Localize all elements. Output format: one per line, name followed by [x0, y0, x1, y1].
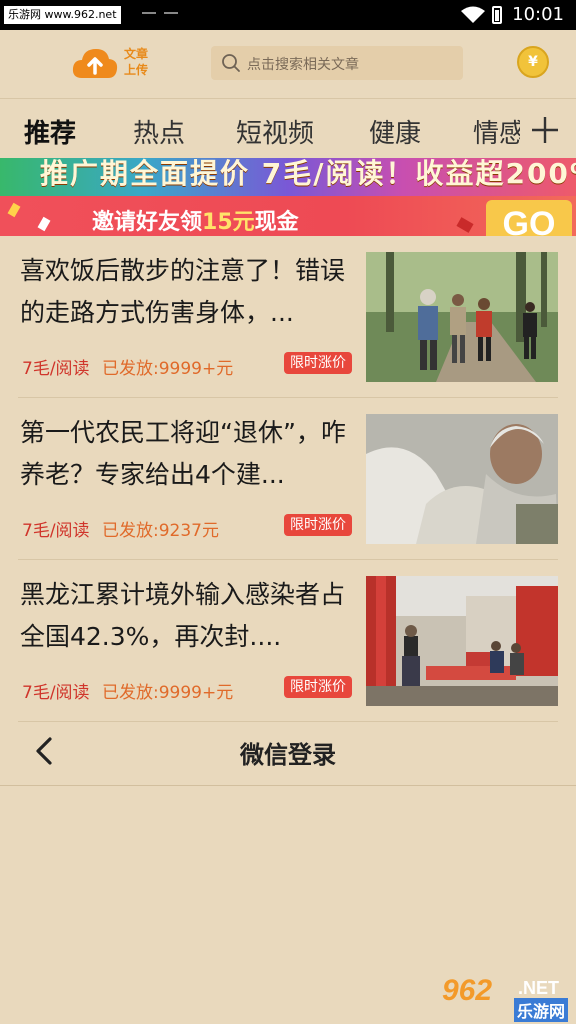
watermark-site-name: 乐游网: [514, 998, 569, 1022]
article-title: 喜欢饭后散步的注意了！错误的走路方式伤害身体，...: [20, 256, 346, 327]
coin-icon[interactable]: ¥: [517, 46, 549, 78]
tab-emotion[interactable]: 情感: [473, 113, 520, 150]
limited-raise-badge: 限时涨价: [284, 514, 352, 536]
invite-suffix: 现金: [254, 210, 299, 235]
tab-short-video[interactable]: 短视频: [236, 113, 314, 150]
tab-hot[interactable]: 热点: [133, 113, 185, 150]
wechat-login-title: 微信登录: [240, 741, 336, 769]
watermark-net: .NET: [518, 978, 560, 998]
upload-article-button[interactable]: 文章 上传: [72, 44, 162, 84]
category-tabs: 推荐 热点 短视频 健康 情感: [0, 98, 576, 158]
article-sent-amount: 已发放:9237元: [102, 521, 219, 541]
status-site-label: 乐游网 www.962.net: [4, 6, 121, 24]
article-price: 7毛/阅读: [22, 359, 90, 379]
article-item[interactable]: 黑龙江累计境外输入感染者占全国42.3%，再次封.... 7毛/阅读 已发放:9…: [0, 560, 576, 722]
upload-label: 文章 上传: [124, 46, 148, 78]
status-divider: [164, 12, 178, 14]
article-thumbnail: [366, 252, 558, 382]
article-price: 7毛/阅读: [22, 521, 90, 541]
article-thumbnail: [366, 414, 558, 544]
invite-banner[interactable]: 邀请好友领15元现金 GO: [0, 196, 576, 236]
search-input[interactable]: 点击搜索相关文章: [211, 46, 463, 80]
promo-banner-text: 推广期全面提价 7毛/阅读！收益超200%！: [40, 158, 576, 190]
invite-banner-text: 邀请好友领15元现金: [92, 204, 299, 236]
limited-raise-badge: 限时涨价: [284, 352, 352, 374]
article-price: 7毛/阅读: [22, 683, 90, 703]
article-title: 黑龙江累计境外输入感染者占全国42.3%，再次封....: [20, 580, 346, 651]
site-watermark: 962 .NET 乐游网: [442, 974, 572, 1022]
search-placeholder: 点击搜索相关文章: [247, 57, 359, 73]
article-item[interactable]: 第一代农民工将迎“退休”，咋养老？专家给出4个建... 7毛/阅读 已发放:92…: [0, 398, 576, 560]
promo-banner[interactable]: 推广期全面提价 7毛/阅读！收益超200%！: [0, 158, 576, 196]
login-bar: 微信登录: [0, 716, 576, 786]
article-sent-amount: 已发放:9999+元: [102, 683, 234, 703]
status-time: 10:01: [512, 4, 564, 25]
tabs-scroll: 推荐 热点 短视频 健康 情感: [0, 99, 520, 159]
article-title: 第一代农民工将迎“退休”，咋养老？专家给出4个建...: [20, 418, 346, 489]
confetti-icon: [7, 202, 21, 218]
article-item[interactable]: 喜欢饭后散步的注意了！错误的走路方式伤害身体，... 7毛/阅读 已发放:999…: [0, 236, 576, 398]
upload-label-line2: 上传: [124, 63, 149, 77]
battery-icon: [492, 6, 502, 24]
red-envelope-icon: [456, 217, 474, 233]
upload-label-line1: 文章: [124, 47, 149, 61]
article-thumbnail: [366, 576, 558, 706]
app-header: 文章 上传 点击搜索相关文章 ¥: [0, 30, 576, 98]
plus-icon[interactable]: [530, 115, 560, 145]
article-sent-amount: 已发放:9999+元: [102, 359, 234, 379]
invite-amount: 15元: [202, 210, 255, 235]
status-divider: [142, 12, 156, 14]
tab-recommend[interactable]: 推荐: [24, 113, 76, 150]
watermark-number: 962: [442, 974, 493, 1007]
tab-health[interactable]: 健康: [369, 113, 421, 150]
go-button[interactable]: GO: [486, 200, 572, 236]
cloud-upload-icon: [72, 49, 118, 78]
wifi-icon: [461, 6, 485, 23]
confetti-icon: [37, 216, 51, 232]
invite-prefix: 邀请好友领: [92, 210, 203, 235]
search-icon: [222, 54, 240, 72]
limited-raise-badge: 限时涨价: [284, 676, 352, 698]
status-bar: 乐游网 www.962.net 10:01: [0, 0, 576, 30]
